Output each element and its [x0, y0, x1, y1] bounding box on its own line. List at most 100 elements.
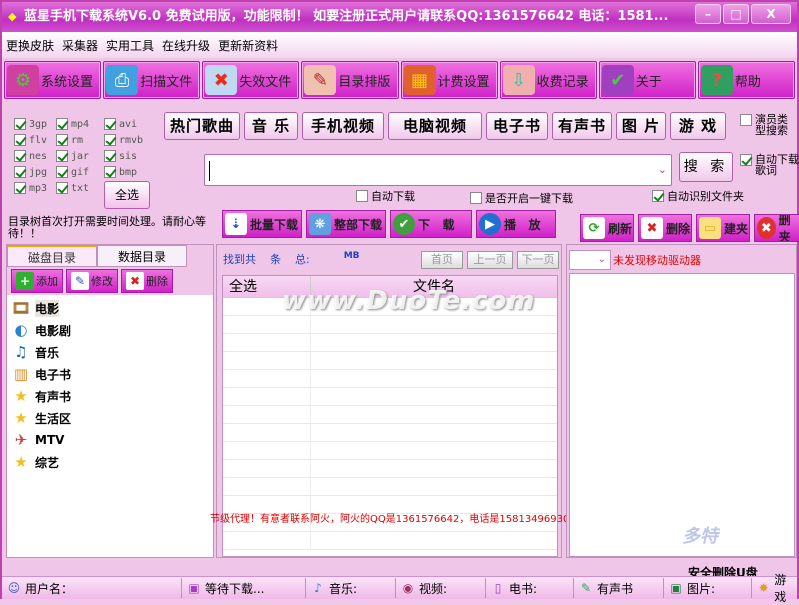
tree-item-ebook[interactable]: ▥ 电子书: [7, 363, 213, 385]
ext-bmp-checkbox[interactable]: bmp: [104, 166, 137, 178]
ext-flv-checkbox[interactable]: flv: [14, 134, 47, 146]
menu-skin[interactable]: 更换皮肤: [6, 37, 54, 54]
maximize-button[interactable]: □: [723, 4, 749, 24]
full-download-button[interactable]: ❋ 整部下载: [306, 210, 386, 238]
category-audiobook-button[interactable]: 有声书: [552, 112, 612, 140]
menu-update-data[interactable]: 更新新资料: [218, 37, 278, 54]
minimize-button[interactable]: –: [695, 4, 721, 24]
auto-download-option[interactable]: 自动下载: [356, 188, 415, 204]
auto-folder-option[interactable]: 自动识别文件夹: [652, 188, 744, 204]
option-label: 自动下载歌词: [755, 153, 799, 177]
first-page-button[interactable]: 首页: [421, 251, 463, 269]
edit-node-button[interactable]: ✎ 修改: [66, 269, 118, 293]
checkbox[interactable]: [104, 166, 116, 178]
checkbox[interactable]: [56, 150, 68, 162]
ext-avi-checkbox[interactable]: avi: [104, 118, 137, 130]
checkbox[interactable]: [104, 134, 116, 146]
select-all-extensions-button[interactable]: 全选: [104, 181, 150, 209]
auto-lyrics-option[interactable]: 自动下载歌词: [740, 154, 799, 176]
search-button[interactable]: 搜 索: [679, 152, 733, 182]
actor-search-option[interactable]: 演员类型搜索: [740, 114, 798, 136]
tab-data-directory[interactable]: 数据目录: [97, 245, 187, 267]
checkbox[interactable]: [56, 118, 68, 130]
category-mobile-video-button[interactable]: 手机视频: [302, 112, 384, 140]
status-video: ◉ 视频:: [396, 578, 486, 598]
drive-select[interactable]: ⌄: [569, 250, 611, 270]
button-label: 建夹: [724, 221, 749, 236]
download-button[interactable]: ✔ 下 载: [390, 210, 472, 238]
help-button[interactable]: ? 帮助: [697, 61, 795, 99]
ext-mp3-checkbox[interactable]: mp3: [14, 182, 47, 194]
search-input[interactable]: ⌄: [204, 154, 672, 186]
prev-page-button[interactable]: 上一页: [467, 251, 513, 269]
ext-rmvb-checkbox[interactable]: rmvb: [104, 134, 143, 146]
checkbox[interactable]: [14, 166, 26, 178]
invalid-files-button[interactable]: ✖ 失效文件: [202, 61, 300, 99]
ext-sis-checkbox[interactable]: sis: [104, 150, 137, 162]
category-pc-video-button[interactable]: 电脑视频: [388, 112, 482, 140]
tree-item-audiobook[interactable]: ★ 有声书: [7, 385, 213, 407]
chevron-down-icon[interactable]: ⌄: [658, 163, 667, 176]
ext-3gp-checkbox[interactable]: 3gp: [14, 118, 47, 130]
tree-item-variety[interactable]: ★ 综艺: [7, 451, 213, 473]
checkbox[interactable]: [104, 150, 116, 162]
category-hot-songs-button[interactable]: 热门歌曲: [164, 112, 240, 140]
one-click-checkbox[interactable]: [470, 192, 482, 204]
ext-label: jar: [71, 150, 90, 162]
queue-icon: ▣: [188, 581, 200, 595]
tree-item-life[interactable]: ★ 生活区: [7, 407, 213, 429]
menu-upgrade[interactable]: 在线升级: [162, 37, 210, 54]
tree-item-drama[interactable]: ◐ 电影剧: [7, 319, 213, 341]
checkbox[interactable]: [14, 118, 26, 130]
one-click-download-option[interactable]: 是否开启一键下载: [470, 190, 573, 206]
record-icon: ⇩: [502, 65, 535, 95]
billing-settings-button[interactable]: ▦ 计费设置: [400, 61, 498, 99]
ext-txt-checkbox[interactable]: txt: [56, 182, 89, 194]
ext-jpg-checkbox[interactable]: jpg: [14, 166, 47, 178]
system-settings-button[interactable]: ⚙ 系统设置: [4, 61, 102, 99]
ext-mp4-checkbox[interactable]: mp4: [56, 118, 89, 130]
menu-collector[interactable]: 采集器: [62, 37, 98, 54]
auto-folder-checkbox[interactable]: [652, 190, 664, 202]
drama-icon: ◐: [14, 321, 28, 339]
checkbox[interactable]: [56, 166, 68, 178]
add-node-button[interactable]: + 添加: [11, 269, 63, 293]
checkbox[interactable]: [14, 134, 26, 146]
checkbox[interactable]: [56, 134, 68, 146]
ext-gif-checkbox[interactable]: gif: [56, 166, 89, 178]
button-label: 刷新: [608, 221, 633, 236]
menu-tools[interactable]: 实用工具: [106, 37, 154, 54]
category-picture-button[interactable]: 图 片: [616, 112, 666, 140]
ext-nes-checkbox[interactable]: nes: [14, 150, 47, 162]
ext-rm-checkbox[interactable]: rm: [56, 134, 83, 146]
batch-download-button[interactable]: ⇣ 批量下载: [222, 210, 302, 238]
checkbox[interactable]: [56, 182, 68, 194]
checkbox[interactable]: [104, 118, 116, 130]
category-ebook-button[interactable]: 电子书: [486, 112, 548, 140]
tree-item-music[interactable]: ♫ 音乐: [7, 341, 213, 363]
about-button[interactable]: ✔ 关于: [598, 61, 696, 99]
category-game-button[interactable]: 游 戏: [670, 112, 726, 140]
auto-lyrics-checkbox[interactable]: [740, 154, 752, 166]
checkbox[interactable]: [14, 182, 26, 194]
delete-folder-button[interactable]: ✖ 删夹: [754, 214, 799, 242]
tab-disk-directory[interactable]: 磁盘目录: [7, 245, 97, 267]
scan-files-button[interactable]: ⎙ 扫描文件: [103, 61, 201, 99]
category-music-button[interactable]: 音 乐: [244, 112, 298, 140]
actor-search-checkbox[interactable]: [740, 114, 752, 126]
play-button[interactable]: ▶ 播 放: [476, 210, 556, 238]
delete-node-button[interactable]: ✖ 删除: [121, 269, 173, 293]
about-check-icon: ✔: [601, 65, 634, 95]
auto-download-checkbox[interactable]: [356, 190, 368, 202]
tree-item-movie[interactable]: 🎞 电影: [7, 297, 213, 319]
directory-layout-button[interactable]: ✎ 目录排版: [301, 61, 399, 99]
delete-file-button[interactable]: ✖ 删除: [638, 214, 692, 242]
tree-item-mtv[interactable]: ✈ MTV: [7, 429, 213, 451]
close-button[interactable]: X: [751, 4, 791, 24]
checkbox[interactable]: [14, 150, 26, 162]
refresh-button[interactable]: ⟳ 刷新: [580, 214, 634, 242]
next-page-button[interactable]: 下一页: [517, 251, 559, 269]
new-folder-button[interactable]: ▭ 建夹: [696, 214, 750, 242]
ext-jar-checkbox[interactable]: jar: [56, 150, 89, 162]
charge-records-button[interactable]: ⇩ 收费记录: [499, 61, 597, 99]
